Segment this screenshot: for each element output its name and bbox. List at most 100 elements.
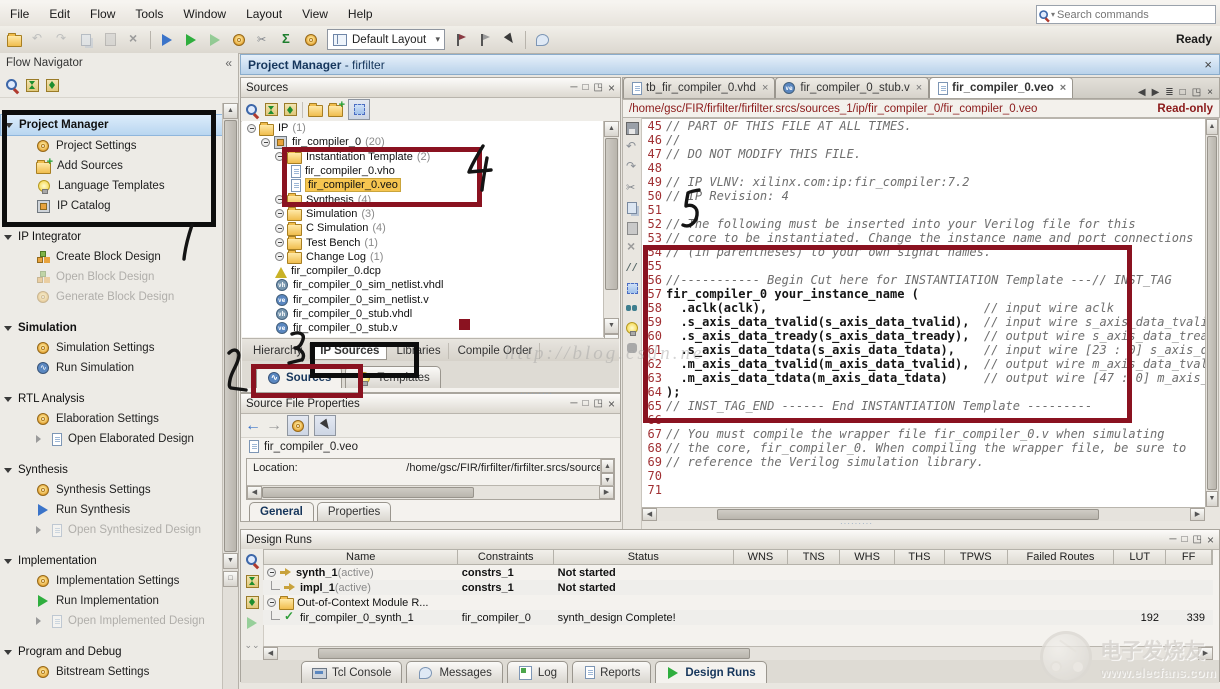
sidebar-item-open-elaborated-design[interactable]: Open Elaborated Design (0, 429, 223, 449)
tree-item[interactable]: fir_compiler_0.veo (242, 178, 605, 192)
tab-sources[interactable]: Sources (256, 366, 342, 388)
tree-item[interactable]: IP(1) (242, 121, 605, 135)
tree-item[interactable]: fir_compiler_0_sim_netlist.v (242, 293, 605, 307)
tab-hierarchy[interactable]: Hierarchy (246, 343, 310, 359)
sidebar-item-generate-block-design[interactable]: Generate Block Design (0, 287, 223, 307)
expand-all-icon[interactable] (246, 596, 259, 609)
column-header-whs[interactable]: WHS (840, 550, 895, 564)
sidebar-item-elaboration-settings[interactable]: Elaboration Settings (0, 409, 223, 429)
tab-templates[interactable]: Templates (345, 366, 440, 388)
hint-bulb-button[interactable] (624, 320, 640, 336)
column-header-tpws[interactable]: TPWS (945, 550, 1008, 564)
sidebar-section-ip-integrator[interactable]: IP Integrator (0, 227, 223, 247)
tree-expander-icon[interactable] (275, 152, 284, 161)
find-button[interactable] (624, 300, 640, 316)
sidebar-item-add-sources[interactable]: Add Sources (0, 156, 223, 176)
tree-expander-icon[interactable] (275, 238, 284, 247)
search-icon[interactable] (245, 553, 259, 567)
chevron-more-icon[interactable]: ⌄⌄ (244, 640, 259, 651)
sidebar-item-run-simulation[interactable]: Run Simulation (0, 358, 223, 378)
flag-gray-button[interactable] (474, 29, 496, 51)
tab-reports[interactable]: Reports (572, 661, 651, 683)
close-icon[interactable]: × (1207, 535, 1214, 545)
maximize-icon[interactable]: □ (1180, 87, 1186, 98)
tree-item[interactable]: Simulation(3) (242, 207, 605, 221)
paste-button[interactable] (99, 29, 121, 51)
forward-icon[interactable]: → (266, 417, 282, 435)
float-icon[interactable]: ◳ (1193, 535, 1202, 545)
scroll-down-icon[interactable]: ▼ (604, 318, 619, 334)
maximize-icon[interactable]: □ (1181, 535, 1187, 545)
tree-expander-icon[interactable] (275, 209, 284, 218)
code-editor[interactable]: 45// PART OF THIS FILE AT ALL TIMES.46//… (642, 118, 1205, 508)
run-synthesis-button[interactable] (156, 29, 178, 51)
close-tab-icon[interactable]: × (762, 82, 768, 94)
open-project-button[interactable] (3, 29, 25, 51)
tree-item[interactable]: fir_compiler_0.vho (242, 164, 605, 178)
copy-button[interactable] (75, 29, 97, 51)
menu-window[interactable]: Window (173, 4, 236, 24)
sidebar-section-rtl-analysis[interactable]: RTL Analysis (0, 389, 223, 409)
float-icon[interactable]: ◳ (594, 399, 603, 409)
collapse-panel-icon[interactable]: « (225, 56, 232, 70)
sidebar-item-project-settings[interactable]: Project Settings (0, 136, 223, 156)
column-header-ths[interactable]: THS (895, 550, 945, 564)
sidebar-item-open-implemented-design[interactable]: Open Implemented Design (0, 611, 223, 631)
delete-button[interactable] (624, 240, 640, 256)
scroll-up-icon[interactable]: ▲ (601, 459, 614, 473)
editor-tab-fir_compiler_0_stub.v[interactable]: fir_compiler_0_stub.v× (775, 77, 929, 98)
editor-hscroll[interactable]: ◀ ▶ (642, 507, 1205, 521)
flag-button[interactable] (450, 29, 472, 51)
run-button[interactable] (180, 29, 202, 51)
back-icon[interactable]: ← (245, 417, 261, 435)
sidebar-section-simulation[interactable]: Simulation (0, 318, 223, 338)
collapse-all-icon[interactable] (26, 79, 39, 92)
tree-item[interactable]: Synthesis(4) (242, 192, 605, 206)
properties-vscroll[interactable]: ▲ ▼ (600, 459, 614, 485)
settings-gear-button[interactable] (228, 29, 250, 51)
delete-button[interactable] (123, 29, 145, 51)
sidebar-item-bitstream-settings[interactable]: Bitstream Settings (0, 662, 223, 682)
close-tab-icon[interactable]: × (1060, 82, 1066, 94)
sources-scrollbar[interactable]: ▲ ▼ □ (603, 121, 619, 337)
minimize-icon[interactable]: ─ (570, 83, 577, 93)
tree-item[interactable]: fir_compiler_0_sim_netlist.vhdl (242, 278, 605, 292)
undo-button[interactable] (624, 140, 640, 156)
float-icon[interactable]: ◳ (594, 83, 603, 93)
next-tab-icon[interactable]: ▶ (1152, 87, 1160, 98)
sidebar-item-run-synthesis[interactable]: Run Synthesis (0, 500, 223, 520)
sidebar-item-run-implementation[interactable]: Run Implementation (0, 591, 223, 611)
editor-vscroll[interactable]: ▲ ▼ (1205, 118, 1219, 507)
tab-list-icon[interactable]: ≣ (1165, 87, 1173, 98)
minimize-icon[interactable]: ─ (570, 399, 577, 409)
tab-messages[interactable]: Messages (406, 661, 502, 683)
redo-button[interactable] (51, 29, 73, 51)
tree-expander-icon[interactable] (261, 138, 270, 147)
sidebar-section-synthesis[interactable]: Synthesis (0, 460, 223, 480)
open-folder-icon[interactable] (308, 105, 323, 117)
sidebar-section-implementation[interactable]: Implementation (0, 551, 223, 571)
scroll-left-icon[interactable]: ◀ (247, 486, 262, 499)
tree-item[interactable]: fir_compiler_0(20) (242, 135, 605, 149)
menu-layout[interactable]: Layout (236, 4, 292, 24)
expand-all-icon[interactable] (284, 103, 297, 116)
redo-button[interactable] (624, 160, 640, 176)
sidebar-item-simulation-settings[interactable]: Simulation Settings (0, 338, 223, 358)
editor-tab-tb_fir_compiler_0.vhd[interactable]: tb_fir_compiler_0.vhd× (623, 77, 775, 98)
search-commands-box[interactable]: ▾ (1036, 5, 1216, 24)
editor-tab-fir_compiler_0.veo[interactable]: fir_compiler_0.veo× (929, 77, 1073, 98)
tree-expander-icon[interactable] (267, 598, 276, 607)
sidebar-item-synthesis-settings[interactable]: Synthesis Settings (0, 480, 223, 500)
maximize-icon[interactable]: □ (582, 399, 588, 409)
sidebar-section-project-manager[interactable]: Project Manager (0, 114, 223, 136)
scroll-to-selected-button[interactable] (348, 99, 370, 120)
collapse-all-icon[interactable] (246, 575, 259, 588)
column-header-constraints[interactable]: Constraints (458, 550, 554, 564)
menu-tools[interactable]: Tools (125, 4, 173, 24)
scroll-left-icon[interactable]: ◀ (642, 508, 657, 521)
scroll-up-icon[interactable]: ▲ (604, 121, 619, 137)
table-row[interactable]: synth_1 (active)constrs_1Not started (263, 565, 1213, 580)
cursor-button[interactable] (498, 29, 520, 51)
sum-button[interactable] (276, 29, 298, 51)
table-row[interactable]: impl_1 (active)constrs_1Not started (263, 580, 1213, 595)
